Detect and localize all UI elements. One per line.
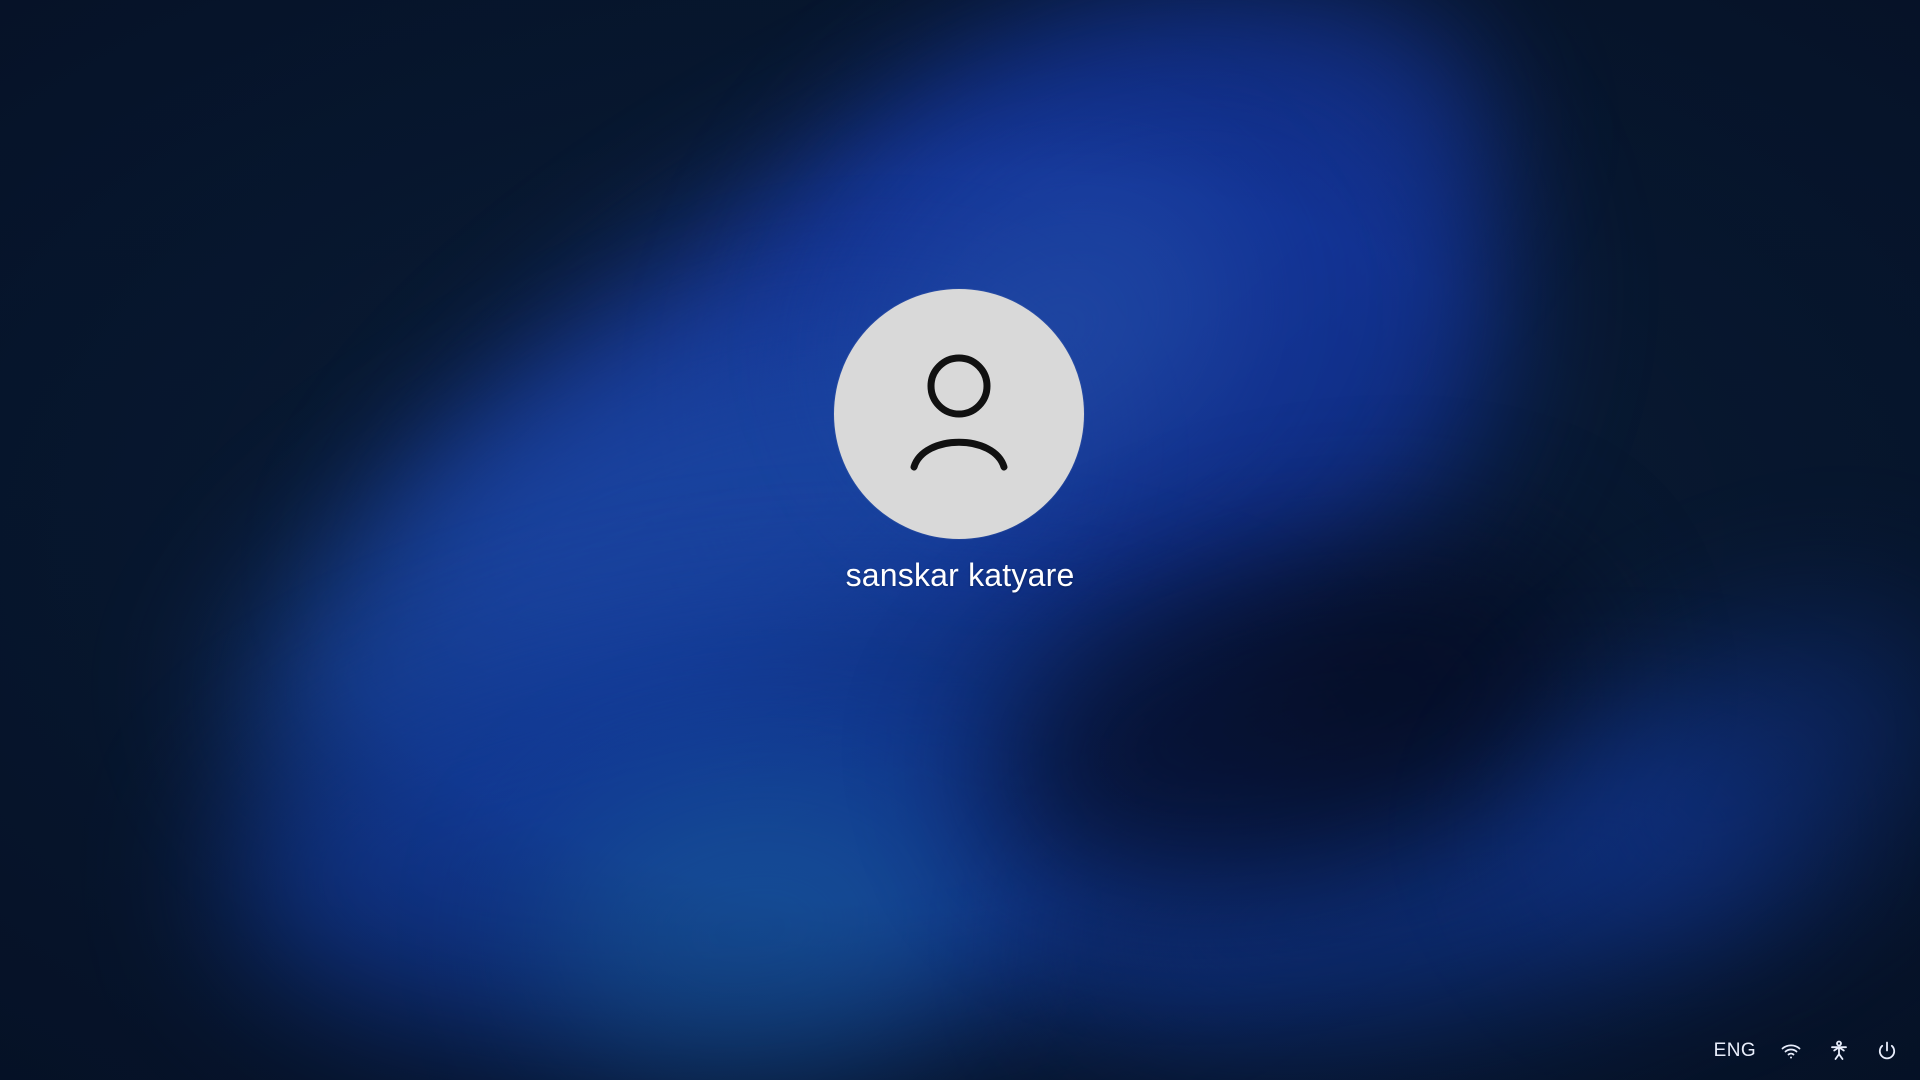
user-avatar[interactable] xyxy=(834,289,1084,539)
power-icon xyxy=(1878,1041,1896,1060)
accessibility-icon xyxy=(1831,1040,1847,1060)
wifi-icon xyxy=(1781,1044,1801,1059)
user-icon xyxy=(910,354,1008,471)
system-tray: ENG xyxy=(1714,1036,1902,1066)
language-indicator[interactable]: ENG xyxy=(1714,1036,1758,1066)
login-panel: sanskar katyare xyxy=(0,0,1920,1080)
username[interactable]: sanskar katyare xyxy=(760,555,1160,595)
wifi-button[interactable] xyxy=(1776,1036,1806,1066)
power-button[interactable] xyxy=(1872,1036,1902,1066)
lock-screen: sanskar katyare ENG xyxy=(0,0,1920,1080)
accessibility-button[interactable] xyxy=(1824,1036,1854,1066)
